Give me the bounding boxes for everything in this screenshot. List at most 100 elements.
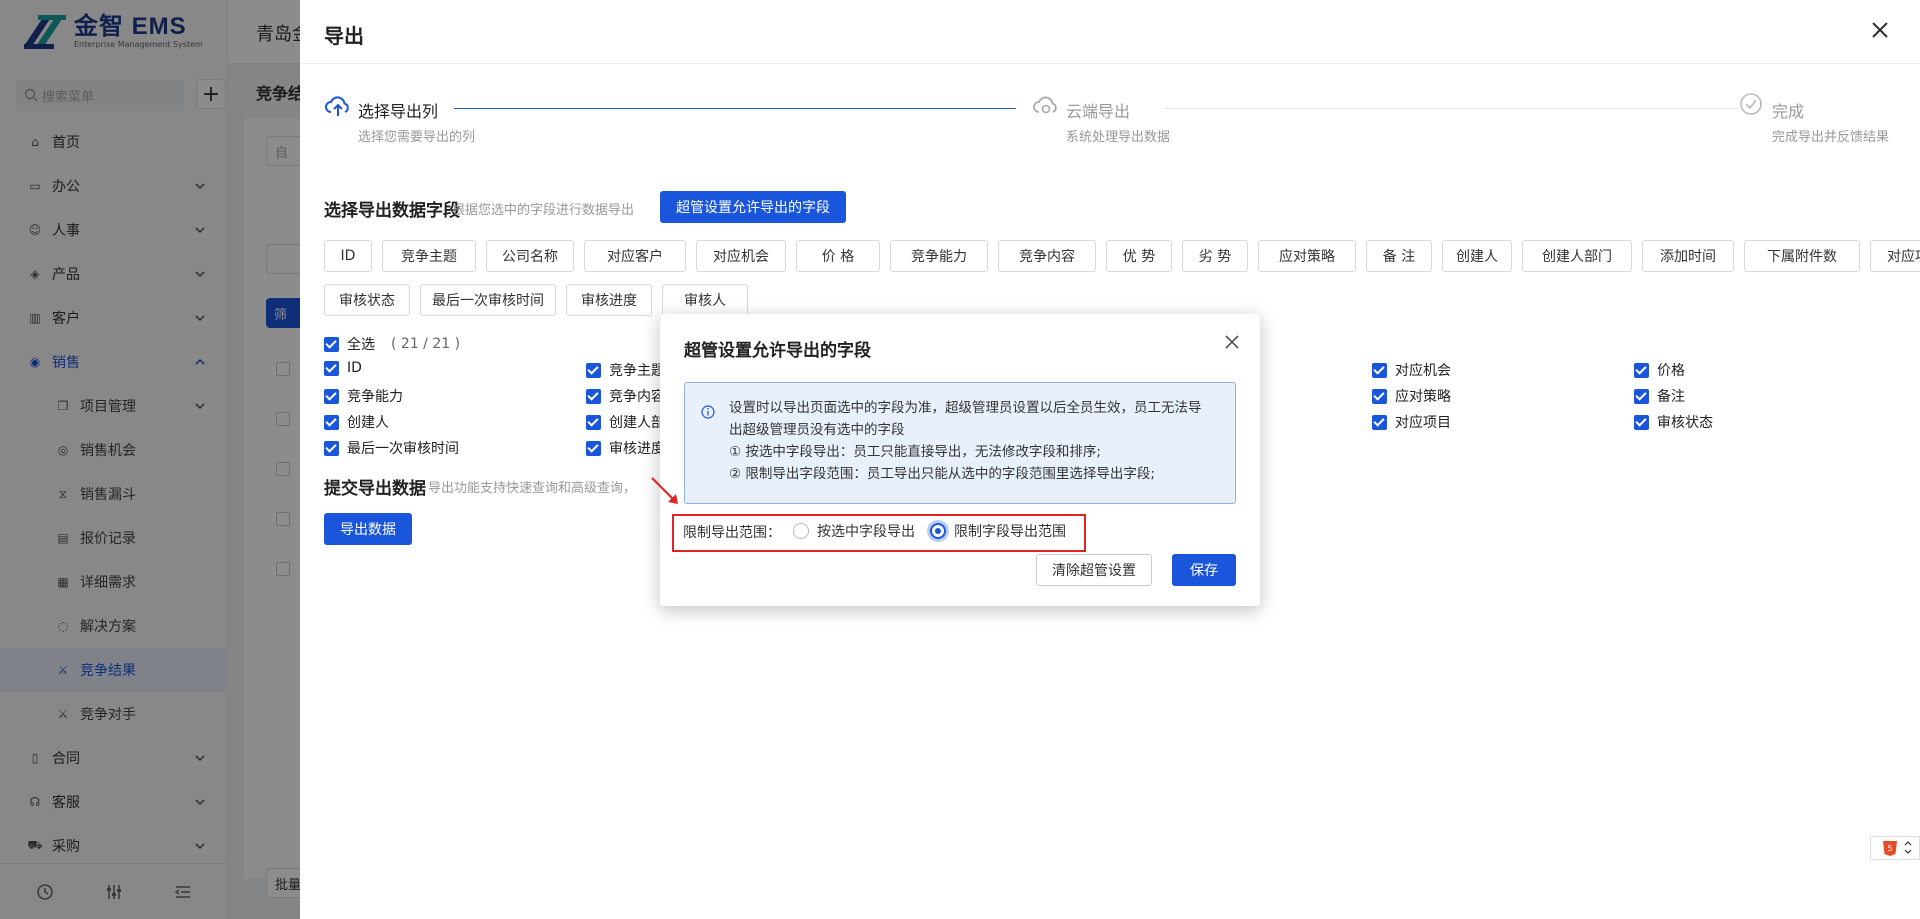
field-checkbox[interactable]: ID xyxy=(324,360,362,376)
check-circle-icon xyxy=(1740,93,1762,115)
red-arrow-icon xyxy=(651,477,678,504)
field-tag[interactable]: ID xyxy=(324,240,372,272)
field-checkbox[interactable]: 竞争主题 xyxy=(586,360,665,380)
export-steps: 选择导出列 选择您需要导出的列 云端导出 系统处理导出数据 完成 完成导出并反馈… xyxy=(324,92,1904,152)
checkbox-checked-icon xyxy=(1372,388,1387,404)
svg-text:5: 5 xyxy=(1887,844,1892,853)
checkbox-checked-icon xyxy=(324,440,339,456)
modal-close-icon[interactable] xyxy=(1224,334,1240,350)
checkbox-checked-icon xyxy=(324,388,339,404)
checkbox-checked-icon xyxy=(1634,362,1649,378)
checkbox-checked-icon xyxy=(586,388,601,404)
field-checkbox[interactable]: 创建人 xyxy=(324,412,389,432)
field-tag[interactable]: 审核状态 xyxy=(324,284,410,316)
cloud-sync-icon xyxy=(1033,96,1057,114)
radio-limit-range[interactable]: 限制字段导出范围 xyxy=(930,521,1066,541)
field-tag[interactable]: 对应机会 xyxy=(696,240,786,272)
modal-title: 超管设置允许导出的字段 xyxy=(684,341,871,361)
field-tag[interactable]: 添加时间 xyxy=(1642,240,1734,272)
range-label: 限制导出范围： xyxy=(683,525,781,541)
info-alert: 设置时以导出页面选中的字段为准，超级管理员设置以后全员生效，员工无法导 出超级管… xyxy=(684,382,1236,504)
field-tag[interactable]: 公司名称 xyxy=(486,240,574,272)
field-tag[interactable]: 最后一次审核时间 xyxy=(420,284,556,316)
field-checkbox-label: 竞争能力 xyxy=(347,389,403,405)
html5-icon: 5 xyxy=(1883,841,1912,856)
field-checkbox-label: 审核进度 xyxy=(609,441,665,457)
field-tag[interactable]: 应对策略 xyxy=(1258,240,1356,272)
checkbox-checked-icon xyxy=(1634,414,1649,430)
info-line: ② 限制导出字段范围：员工导出只能从选中的字段范围里选择导出字段; xyxy=(729,466,1155,482)
field-checkbox[interactable]: 应对策略 xyxy=(1372,386,1451,406)
field-tag[interactable]: 对应项目 xyxy=(1870,240,1920,272)
field-checkbox[interactable]: 价格 xyxy=(1634,360,1685,380)
field-checkbox[interactable]: 审核进度 xyxy=(586,438,665,458)
field-checkbox-label: 最后一次审核时间 xyxy=(347,441,459,457)
step-desc: 完成导出并反馈结果 xyxy=(1772,130,1890,145)
field-tag[interactable]: 下属附件数 xyxy=(1744,240,1860,272)
select-count: ( 21 / 21 ) xyxy=(391,336,461,352)
field-checkbox-label: 审核状态 xyxy=(1657,415,1713,431)
info-icon xyxy=(701,405,715,419)
field-tag[interactable]: 价 格 xyxy=(796,240,880,272)
save-button[interactable]: 保存 xyxy=(1172,554,1236,586)
step-title: 云端导出 xyxy=(1066,102,1131,121)
radio-selected-fields[interactable]: 按选中字段导出 xyxy=(793,521,915,541)
field-checkbox-label: 对应机会 xyxy=(1395,363,1451,379)
field-checkbox[interactable]: 对应机会 xyxy=(1372,360,1451,380)
info-line: ① 按选中字段导出：员工只能直接导出，无法修改字段和排序; xyxy=(729,444,1101,460)
radio-label: 按选中字段导出 xyxy=(817,524,915,540)
field-tag[interactable]: 竞争能力 xyxy=(890,240,988,272)
field-tag[interactable]: 审核人 xyxy=(662,284,748,316)
checkbox-checked-icon xyxy=(586,414,601,430)
step-desc: 选择您需要导出的列 xyxy=(358,130,476,145)
field-tag[interactable]: 劣 势 xyxy=(1182,240,1248,272)
step-desc: 系统处理导出数据 xyxy=(1066,130,1171,145)
field-checkbox[interactable]: 备注 xyxy=(1634,386,1685,406)
step-connector xyxy=(1164,108,1738,109)
floating-toolbar[interactable]: 5 xyxy=(1870,836,1920,860)
select-all-label: 全选 xyxy=(347,337,375,353)
field-tag[interactable]: 创建人 xyxy=(1442,240,1512,272)
info-line: 设置时以导出页面选中的字段为准，超级管理员设置以后全员生效，员工无法导 xyxy=(729,400,1202,416)
field-checkbox-label: 应对策略 xyxy=(1395,389,1451,405)
checkbox-checked-icon xyxy=(324,360,339,376)
radio-label: 限制字段导出范围 xyxy=(954,524,1066,540)
step-connector xyxy=(454,108,1016,109)
export-data-button[interactable]: 导出数据 xyxy=(324,513,412,545)
field-tag[interactable]: 优 势 xyxy=(1106,240,1172,272)
select-all-checkbox[interactable]: 全选 ( 21 / 21 ) xyxy=(324,334,460,354)
field-tag[interactable]: 竞争主题 xyxy=(382,240,476,272)
field-checkbox-label: 竞争主题 xyxy=(609,363,665,379)
field-checkbox-label: 备注 xyxy=(1657,389,1685,405)
field-checkbox[interactable]: 竞争内容 xyxy=(586,386,665,406)
checkbox-checked-icon xyxy=(586,440,601,456)
checkbox-checked-icon xyxy=(586,362,601,378)
field-tag[interactable]: 对应客户 xyxy=(584,240,686,272)
select-fields-desc: 根据您选中的字段进行数据导出 xyxy=(452,203,635,218)
submit-export-desc: 导出功能支持快速查询和高级查询， xyxy=(428,481,637,496)
clear-settings-button[interactable]: 清除超管设置 xyxy=(1036,554,1152,586)
checkbox-checked-icon xyxy=(1372,362,1387,378)
field-checkbox[interactable]: 最后一次审核时间 xyxy=(324,438,459,458)
drawer-close-icon[interactable] xyxy=(1870,20,1890,40)
field-checkbox[interactable]: 竞争能力 xyxy=(324,386,403,406)
admin-fields-modal: 超管设置允许导出的字段 设置时以导出页面选中的字段为准，超级管理员设置以后全员生… xyxy=(660,314,1260,606)
field-checkbox[interactable]: 审核状态 xyxy=(1634,412,1713,432)
drawer-title: 导出 xyxy=(324,24,364,48)
radio-checked-icon xyxy=(930,523,946,539)
field-checkbox[interactable]: 对应项目 xyxy=(1372,412,1451,432)
field-tag[interactable]: 创建人部门 xyxy=(1522,240,1632,272)
submit-export-title: 提交导出数据 xyxy=(324,479,426,499)
field-tag[interactable]: 竞争内容 xyxy=(998,240,1096,272)
admin-fields-button[interactable]: 超管设置允许导出的字段 xyxy=(660,191,846,223)
field-checkbox-label: 对应项目 xyxy=(1395,415,1451,431)
checkbox-checked-icon xyxy=(1372,414,1387,430)
checkbox-checked-icon xyxy=(324,336,339,352)
field-tag[interactable]: 审核进度 xyxy=(566,284,652,316)
field-checkbox[interactable]: 创建人部 xyxy=(586,412,665,432)
checkbox-checked-icon xyxy=(1634,388,1649,404)
field-checkbox-label: 竞争内容 xyxy=(609,389,665,405)
step-title: 选择导出列 xyxy=(358,102,439,121)
radio-unchecked-icon xyxy=(793,523,809,539)
field-tag[interactable]: 备 注 xyxy=(1366,240,1432,272)
